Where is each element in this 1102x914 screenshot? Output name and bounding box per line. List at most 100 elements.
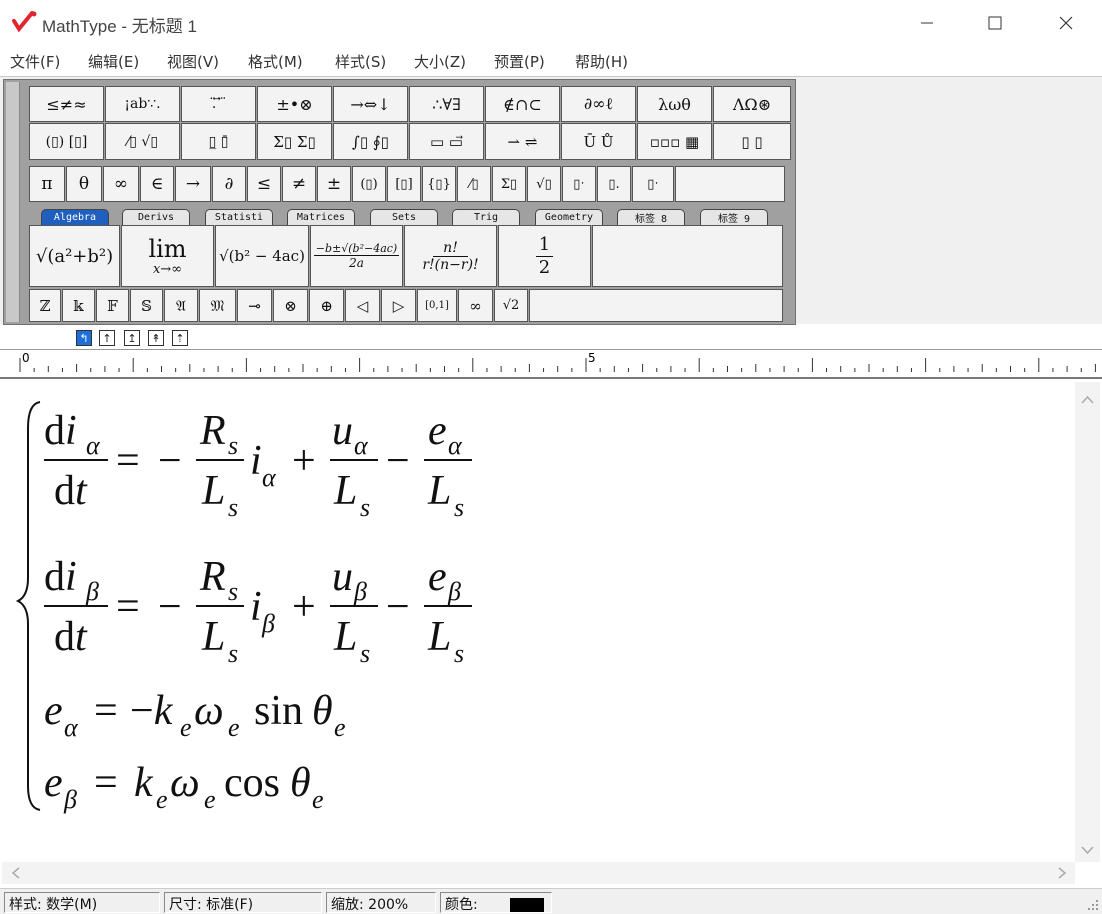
- menu-style[interactable]: 样式(S): [335, 51, 386, 72]
- symbol-partial[interactable]: ∂: [212, 166, 246, 202]
- symbol-right-arrow[interactable]: →: [175, 166, 211, 202]
- symbol-field-k[interactable]: 𝕜: [62, 289, 95, 322]
- scroll-left-icon[interactable]: [6, 862, 26, 884]
- maximize-button[interactable]: [972, 6, 1018, 40]
- close-button[interactable]: [1043, 6, 1089, 40]
- palette-greek-lower[interactable]: λωθ: [637, 86, 712, 122]
- nudge-up2-button[interactable]: ↥: [124, 330, 140, 346]
- tab-algebra[interactable]: Algebra: [41, 209, 109, 225]
- symbol-not-equal[interactable]: ≠: [282, 166, 316, 202]
- symbol-pi[interactable]: π: [29, 166, 65, 202]
- symbol-left-triangle[interactable]: ◁: [345, 289, 380, 322]
- template-summation[interactable]: Σ▯: [492, 166, 526, 202]
- palette-sets[interactable]: ∉∩⊂: [485, 86, 560, 122]
- symbol-sqrt-two[interactable]: √2: [494, 289, 528, 322]
- bottom-bar-empty-slot[interactable]: [529, 289, 783, 322]
- template-fraction[interactable]: ⁄▯: [457, 166, 491, 202]
- template-empty-slot[interactable]: [592, 225, 783, 287]
- status-size[interactable]: 尺寸: 标准(F): [164, 892, 322, 913]
- symbol-unit-interval[interactable]: [0,1]: [417, 289, 457, 322]
- equation-editor[interactable]: di α dt = − R s L s i α + u α L s − e α …: [2, 382, 1100, 862]
- tab-trig[interactable]: Trig: [452, 209, 520, 225]
- palette-bars[interactable]: ▭ ▭⃗: [409, 123, 484, 160]
- palette-scripts[interactable]: ▯̲ ▯̄: [181, 123, 256, 160]
- tab-9[interactable]: 标签 9: [700, 209, 768, 225]
- template-limit[interactable]: lim x→∞: [121, 225, 214, 287]
- symbol-circled-plus[interactable]: ⊕: [309, 289, 344, 322]
- menu-help[interactable]: 帮助(H): [575, 51, 628, 72]
- template-parentheses[interactable]: (▯): [352, 166, 386, 202]
- template-combination[interactable]: n! r!(n−r)!: [404, 225, 497, 287]
- symbol-field-f[interactable]: 𝔽: [96, 289, 129, 322]
- palette-products[interactable]: Ū Ů: [561, 123, 636, 160]
- palette-relations[interactable]: ≤≠≈: [29, 86, 104, 122]
- scroll-down-icon[interactable]: [1075, 840, 1100, 860]
- palette-operators[interactable]: ±•⊗: [257, 86, 332, 122]
- symbol-infinity-2[interactable]: ∞: [458, 289, 493, 322]
- palette-greek-upper[interactable]: ΛΩ⊛: [713, 86, 791, 122]
- palette-misc[interactable]: ∂∞ℓ: [561, 86, 636, 122]
- palette-fractions-radicals[interactable]: ⁄▯ √▯: [105, 123, 180, 160]
- menu-size[interactable]: 大小(Z): [414, 51, 466, 72]
- symbol-circled-times[interactable]: ⊗: [273, 289, 308, 322]
- palette-integrals[interactable]: ∫▯ ∮▯: [333, 123, 408, 160]
- template-subscript[interactable]: ▯.: [597, 166, 631, 202]
- nudge-up4-button[interactable]: ⇡: [172, 330, 188, 346]
- ruler[interactable]: 0 5: [0, 349, 1102, 379]
- menu-format[interactable]: 格式(M): [248, 51, 303, 72]
- scroll-up-icon[interactable]: [1075, 390, 1100, 410]
- palette-summations[interactable]: Σ▯ Σ▯: [257, 123, 332, 160]
- scroll-right-icon[interactable]: [1052, 862, 1072, 884]
- status-zoom[interactable]: 缩放: 200%: [326, 892, 436, 913]
- symbol-set-s[interactable]: 𝕊: [130, 289, 163, 322]
- template-square-root[interactable]: √▯: [527, 166, 561, 202]
- symbol-fraktur-a[interactable]: 𝔄: [164, 289, 198, 322]
- symbol-element-of[interactable]: ∈: [140, 166, 174, 202]
- palette-boxes[interactable]: ▯ ▯: [713, 123, 791, 160]
- symbol-integers[interactable]: ℤ: [29, 289, 61, 322]
- menu-view[interactable]: 视图(V): [167, 51, 219, 72]
- tab-derivs[interactable]: Derivs: [122, 209, 190, 225]
- symbol-less-equal[interactable]: ≤: [247, 166, 281, 202]
- template-quadratic[interactable]: −b±√(b²−4ac) 2a: [310, 225, 403, 287]
- palette-labeled-arrows[interactable]: ⇀ ⇌: [485, 123, 560, 160]
- palette-matrices[interactable]: ▫▫▫ ▦: [637, 123, 712, 160]
- palette-embellishments[interactable]: ⁚̈ ⃗ ⃛: [181, 86, 256, 122]
- tab-geometry[interactable]: Geometry: [535, 209, 603, 225]
- tab-8[interactable]: 标签 8: [617, 209, 685, 225]
- nudge-up3-button[interactable]: ↟: [148, 330, 164, 346]
- nudge-left-button[interactable]: ↰: [76, 330, 92, 346]
- resize-grip-icon[interactable]: [1086, 898, 1100, 912]
- tab-statistics[interactable]: Statisti: [205, 209, 273, 225]
- tab-sets[interactable]: Sets: [370, 209, 438, 225]
- tab-matrices[interactable]: Matrices: [287, 209, 355, 225]
- template-brackets[interactable]: [▯]: [387, 166, 421, 202]
- symbol-infinity[interactable]: ∞: [103, 166, 139, 202]
- template-pythagoras[interactable]: √(a²+b²): [29, 225, 120, 287]
- template-discriminant[interactable]: √(b² − 4ac): [215, 225, 309, 287]
- template-superscript[interactable]: ▯ˑ: [562, 166, 596, 202]
- horizontal-scrollbar[interactable]: [2, 862, 1075, 884]
- menu-file[interactable]: 文件(F): [10, 51, 60, 72]
- menu-preferences[interactable]: 预置(P): [494, 51, 545, 72]
- status-style[interactable]: 样式: 数学(M): [4, 892, 160, 913]
- symbol-multimap[interactable]: ⊸: [237, 289, 272, 322]
- palette-grip[interactable]: [6, 82, 20, 322]
- symbol-right-triangle[interactable]: ▷: [381, 289, 416, 322]
- status-color[interactable]: 颜色:: [440, 892, 552, 913]
- equation[interactable]: di α dt = − R s L s i α + u α L s − e α …: [8, 388, 568, 858]
- template-braces[interactable]: {▯}: [422, 166, 456, 202]
- palette-arrows[interactable]: →⇔↓: [333, 86, 408, 122]
- menu-edit[interactable]: 编辑(E): [88, 51, 139, 72]
- template-one-half[interactable]: 1 2: [498, 225, 591, 287]
- palette-fences[interactable]: (▯) [▯]: [29, 123, 104, 160]
- template-sub-superscript[interactable]: ▯ˑ: [632, 166, 674, 202]
- color-swatch[interactable]: [510, 898, 545, 912]
- symbol-plus-minus[interactable]: ±: [317, 166, 351, 202]
- small-bar-empty-slot[interactable]: [675, 166, 785, 202]
- symbol-fraktur-m[interactable]: 𝔐: [199, 289, 236, 322]
- palette-spaces[interactable]: ¡ab∵.: [105, 86, 180, 122]
- nudge-up-button[interactable]: ↑: [99, 330, 115, 346]
- palette-logic[interactable]: ∴∀∃: [409, 86, 484, 122]
- minimize-button[interactable]: [904, 6, 950, 40]
